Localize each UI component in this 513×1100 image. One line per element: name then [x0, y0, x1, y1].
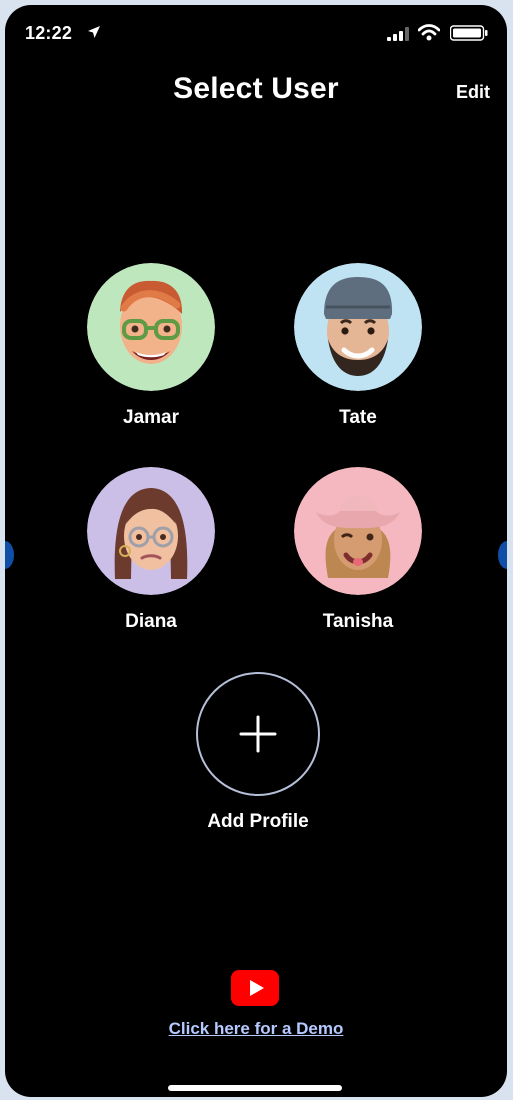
edit-button[interactable]: Edit	[456, 82, 490, 103]
memoji-avatar-tanisha	[294, 467, 422, 595]
add-profile-label: Add Profile	[207, 811, 309, 832]
memoji-avatar-jamar	[87, 263, 215, 391]
status-bar: 12:22	[5, 5, 507, 63]
profile-jamar[interactable]: Jamar	[76, 263, 226, 429]
profile-tanisha[interactable]: Tanisha	[283, 467, 433, 633]
left-resize-handle[interactable]	[5, 541, 14, 569]
page-title: Select User	[173, 72, 339, 105]
demo-link[interactable]: Click here for a Demo	[5, 1019, 507, 1039]
right-resize-handle[interactable]	[498, 541, 507, 569]
add-profile-button[interactable]: Add Profile	[173, 672, 343, 833]
signal-icon	[387, 27, 409, 41]
youtube-play-icon[interactable]	[231, 970, 279, 1006]
status-time: 12:22	[25, 23, 73, 43]
phone-screen: 12:22 Select User Edit Jamar Tate Diana …	[5, 5, 507, 1097]
profile-name: Tanisha	[322, 611, 394, 632]
location-arrow-icon	[88, 26, 100, 38]
profile-tate[interactable]: Tate	[283, 263, 433, 429]
home-indicator	[168, 1085, 342, 1091]
profile-name: Jamar	[123, 407, 179, 428]
profile-name: Tate	[339, 407, 377, 428]
memoji-avatar-diana	[87, 467, 215, 595]
battery-icon	[450, 25, 488, 41]
add-profile-circle[interactable]	[196, 672, 320, 796]
memoji-avatar-tate	[294, 263, 422, 391]
profile-name: Diana	[125, 611, 177, 632]
plus-icon	[239, 715, 277, 753]
wifi-icon	[418, 24, 440, 41]
profile-diana[interactable]: Diana	[76, 467, 226, 633]
